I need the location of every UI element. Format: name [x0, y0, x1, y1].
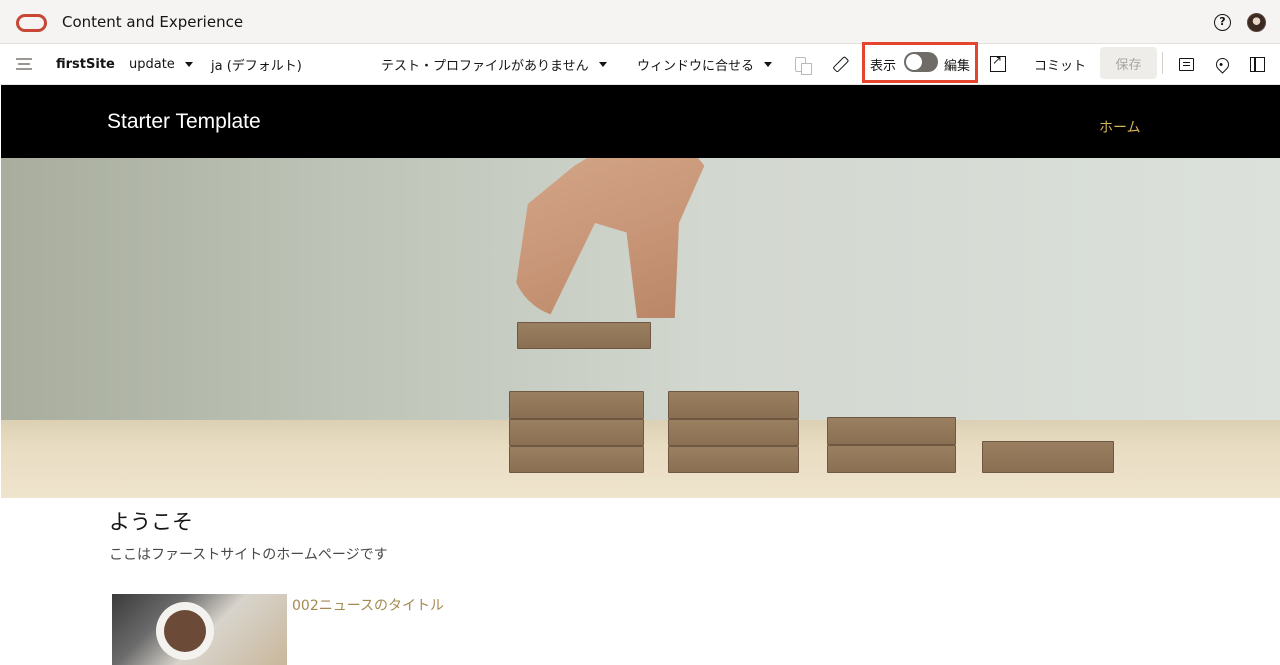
welcome-title: ようこそ: [109, 510, 193, 534]
fit-window-dropdown[interactable]: ウィンドウに合せる: [637, 44, 773, 84]
app-title: Content and Experience: [62, 13, 244, 31]
toggle-knob: [906, 54, 922, 70]
hero-block: [827, 445, 956, 473]
hero-block: [668, 446, 799, 473]
coffee-image: [164, 610, 206, 652]
hero-block: [509, 391, 644, 419]
chevron-down-icon: [184, 61, 193, 67]
save-button[interactable]: 保存: [1100, 47, 1157, 79]
hero-block: [668, 391, 799, 419]
language-label: ja (デフォルト): [211, 58, 302, 74]
global-header: Content and Experience ?: [0, 0, 1280, 44]
update-dropdown-label: update: [129, 56, 175, 72]
site-header: Starter Template ホーム: [1, 85, 1280, 158]
test-profile-dropdown[interactable]: テスト・プロファイルがありません: [381, 44, 607, 84]
hero-block: [668, 419, 799, 446]
edit-mode-toggle[interactable]: [904, 52, 938, 72]
chevron-down-icon: [598, 61, 607, 67]
news-title-link[interactable]: 002ニュースのタイトル: [292, 595, 444, 615]
hero-block: [509, 446, 644, 473]
test-profile-label: テスト・プロファイルがありません: [381, 58, 589, 74]
nav-home-link[interactable]: ホーム: [1099, 117, 1141, 137]
oracle-logo-icon[interactable]: [16, 14, 47, 32]
hero-block: [827, 417, 956, 445]
news-thumbnail[interactable]: [112, 594, 287, 665]
fit-window-label: ウィンドウに合せる: [637, 58, 755, 74]
welcome-text: ここはファーストサイトのホームページです: [109, 547, 388, 563]
chevron-down-icon: [764, 61, 773, 67]
toolbar-divider: [1162, 52, 1163, 74]
hero-block: [517, 322, 651, 349]
site-title[interactable]: Starter Template: [107, 110, 261, 134]
editor-toolbar: firstSite update ja (デフォルト) テスト・プロファイルがあ…: [0, 44, 1280, 85]
site-name: firstSite: [56, 56, 115, 72]
hero-hand: [511, 158, 721, 318]
hero-image: [1, 158, 1280, 498]
avatar[interactable]: [1247, 13, 1266, 32]
menu-icon[interactable]: [16, 44, 32, 84]
ruler-icon[interactable]: [820, 44, 860, 84]
help-icon[interactable]: ?: [1214, 14, 1231, 31]
device-preview-icon[interactable]: [795, 44, 812, 84]
update-dropdown[interactable]: update: [129, 44, 193, 84]
hero-block: [982, 441, 1114, 473]
hero-block: [509, 419, 644, 446]
